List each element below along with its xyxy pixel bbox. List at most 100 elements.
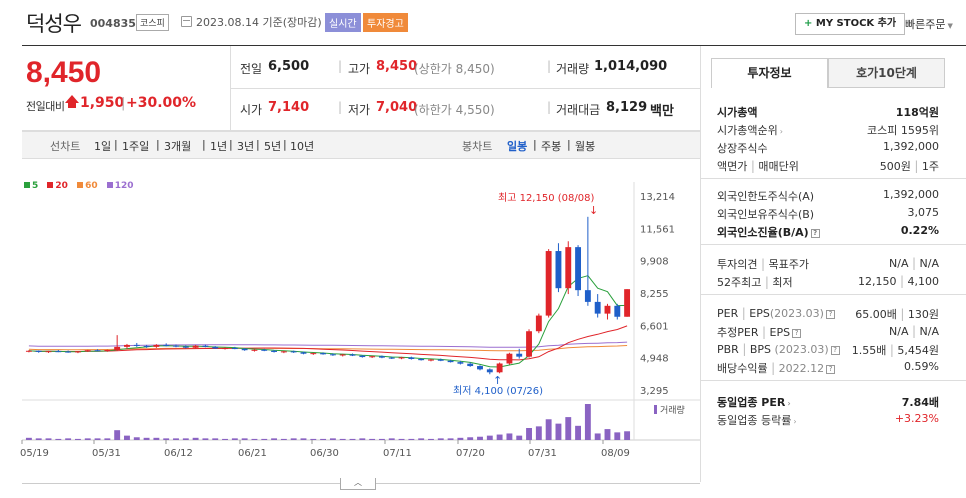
volume-bar bbox=[496, 434, 503, 440]
volume-bar bbox=[182, 438, 189, 440]
candle-body bbox=[261, 349, 268, 351]
candle-body bbox=[329, 354, 336, 356]
candle-body bbox=[369, 356, 376, 358]
volume-bar bbox=[555, 423, 562, 440]
candle-body bbox=[378, 356, 385, 358]
volume-bar bbox=[261, 438, 268, 440]
volume-bar bbox=[437, 438, 444, 440]
volume-bar bbox=[614, 432, 621, 440]
y-tick-label: 6,601 bbox=[640, 321, 669, 332]
candle-body bbox=[231, 348, 238, 350]
help-icon[interactable]: ? bbox=[825, 310, 835, 319]
chevron-up-icon: ︿ bbox=[354, 478, 362, 487]
candle-body bbox=[614, 305, 621, 317]
volume-bar bbox=[241, 438, 248, 440]
candle-body bbox=[584, 290, 591, 302]
section-divider bbox=[701, 178, 966, 179]
candle-body bbox=[437, 359, 444, 361]
help-icon[interactable]: ? bbox=[810, 229, 820, 238]
candle-body bbox=[565, 247, 572, 289]
candle-body bbox=[516, 353, 523, 357]
volume-bar bbox=[74, 438, 81, 440]
candle-body bbox=[624, 289, 631, 317]
volume-bar bbox=[202, 438, 209, 440]
candle-body bbox=[310, 353, 317, 355]
price-chart[interactable]: 13,214 11,561 9,908 8,255 6,601 4,948 3,295 05/… bbox=[0, 0, 700, 480]
volume-bar bbox=[124, 435, 130, 440]
candle-body bbox=[418, 358, 425, 361]
tab-orderbook-10[interactable]: 호가10단계 bbox=[828, 58, 945, 88]
x-tick-label: 07/11 bbox=[383, 448, 412, 459]
max-arrow-icon: ↓ bbox=[589, 204, 598, 217]
candle-body bbox=[153, 344, 160, 347]
min-price-annotation: 최저 4,100 (07/26) bbox=[453, 385, 543, 397]
volume-bar bbox=[271, 438, 278, 440]
y-tick-label: 3,295 bbox=[640, 386, 669, 397]
help-icon[interactable]: ? bbox=[830, 346, 840, 355]
volume-bar bbox=[320, 438, 327, 440]
tab-investment-info[interactable]: 투자정보 bbox=[711, 58, 828, 88]
candle-body bbox=[339, 354, 346, 356]
investment-info-panel: 투자정보 호가10단계 시가총액 118억원 시가총액순위 › 코스피 1595위 상… bbox=[700, 46, 966, 482]
collapse-chart-button[interactable]: ︿ bbox=[340, 478, 376, 490]
y-tick-label: 13,214 bbox=[640, 192, 675, 203]
volume-bar bbox=[55, 438, 62, 440]
candle-body bbox=[408, 357, 415, 359]
volume-bar bbox=[526, 428, 532, 440]
candle-body bbox=[496, 363, 503, 373]
volume-bar bbox=[329, 438, 336, 440]
help-icon[interactable]: ? bbox=[792, 329, 802, 338]
volume-bar bbox=[300, 438, 307, 440]
candle-body bbox=[173, 345, 179, 347]
max-price-annotation: 최고 12,150 (08/08) bbox=[498, 192, 594, 204]
candle-body bbox=[84, 350, 91, 352]
candle-body bbox=[388, 357, 395, 359]
candle-body bbox=[300, 352, 307, 354]
volume-bar bbox=[212, 438, 219, 440]
candle-body bbox=[241, 348, 248, 351]
candle-body bbox=[457, 362, 464, 364]
volume-bar bbox=[408, 438, 415, 440]
y-tick-label: 9,908 bbox=[640, 257, 669, 268]
volume-legend-label: 거래량 bbox=[660, 404, 685, 416]
candle-body bbox=[182, 346, 189, 348]
volume-bar bbox=[133, 437, 140, 440]
volume-bar bbox=[359, 438, 366, 440]
candle-body bbox=[575, 247, 582, 291]
volume-bar bbox=[477, 436, 483, 440]
candle-body bbox=[94, 350, 101, 352]
volume-bar bbox=[251, 438, 258, 440]
volume-bar bbox=[584, 404, 591, 440]
volume-bar bbox=[447, 438, 454, 440]
volume-bar bbox=[349, 438, 356, 440]
help-icon[interactable]: ? bbox=[826, 365, 836, 374]
volume-bar bbox=[624, 431, 631, 440]
quick-order-button[interactable]: 빠른주문 ▼ bbox=[905, 16, 953, 32]
candle-body bbox=[65, 351, 72, 353]
x-tick-label: 06/30 bbox=[310, 448, 339, 459]
candle-body bbox=[428, 359, 434, 361]
candle-body bbox=[35, 350, 42, 352]
chevron-down-icon: ▼ bbox=[947, 22, 953, 30]
section-divider bbox=[701, 380, 966, 381]
candle-body bbox=[251, 349, 258, 351]
volume-bar bbox=[398, 438, 405, 440]
candle-body bbox=[604, 305, 611, 314]
candle-body bbox=[526, 331, 532, 357]
volume-bar bbox=[339, 438, 346, 440]
volume-bar bbox=[369, 438, 376, 440]
candle-body bbox=[192, 345, 199, 348]
volume-bar bbox=[222, 438, 228, 440]
candle-body bbox=[202, 345, 209, 347]
y-tick-label: 11,561 bbox=[640, 224, 675, 235]
volume-bar bbox=[594, 433, 601, 440]
plus-icon: + bbox=[804, 18, 813, 29]
x-tick-label: 05/19 bbox=[20, 448, 49, 459]
y-tick-label: 4,948 bbox=[640, 354, 669, 365]
volume-bar bbox=[545, 419, 552, 440]
quick-order-label: 빠른주문 bbox=[905, 18, 946, 31]
candle-body bbox=[271, 350, 278, 352]
x-tick-label: 06/12 bbox=[164, 448, 193, 459]
volume-bar bbox=[84, 438, 91, 440]
add-mystock-button[interactable]: + MY STOCK 추가 bbox=[795, 13, 906, 35]
